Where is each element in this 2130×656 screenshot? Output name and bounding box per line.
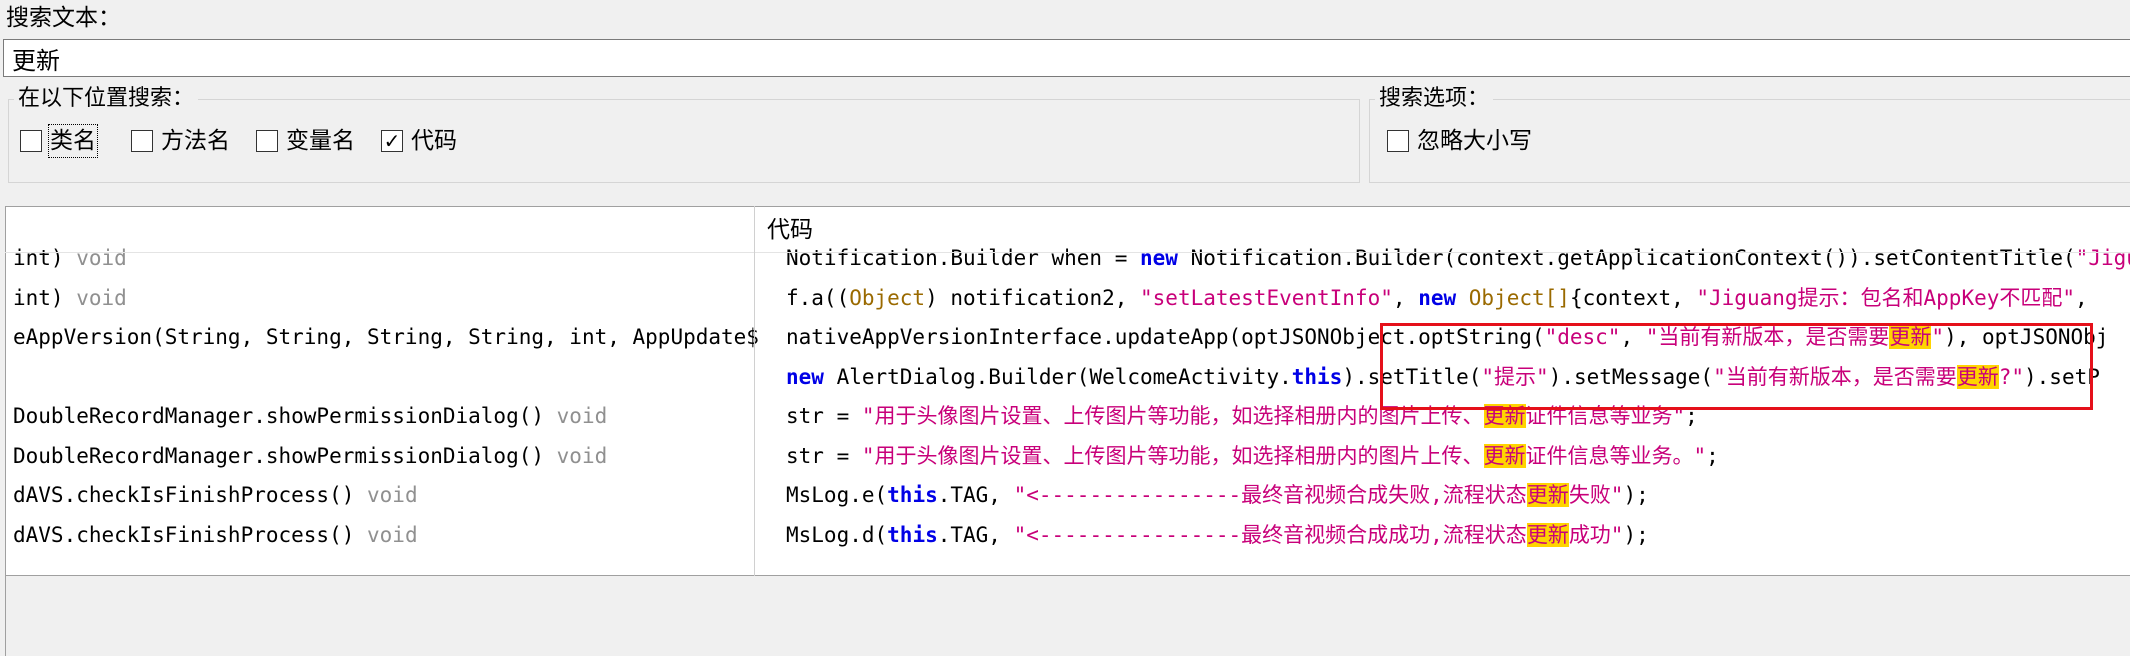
results-empty-area [5,576,2130,656]
code-string: 证件信息等业务。" [1525,444,1707,468]
checkbox-variable-name-label: 变量名 [286,128,355,154]
checkbox-ignore-case-label: 忽略大小写 [1417,128,1532,154]
code-text: {context, [1569,286,1697,310]
code-text: Notification.Builder when = [786,246,1141,270]
search-text-label: 搜索文本： [6,5,121,31]
column-divider[interactable] [754,206,755,576]
checkbox-class-name[interactable]: 类名 [20,124,98,158]
result-row-node[interactable]: eAppVersion(String, String, String, Stri… [13,317,758,357]
column-header-code[interactable]: 代码 [767,215,813,245]
code-keyword: new [786,365,824,389]
result-row-code[interactable]: f.a((Object) notification2, "setLatestEv… [786,278,2130,318]
result-row-node[interactable]: DoubleRecordManager.showPermissionDialog… [13,436,758,476]
code-text: Object[] [1468,286,1570,310]
annotation-highlight-box [1380,323,2093,410]
code-string: 成功" [1568,523,1624,547]
node-text: DoubleRecordManager.showPermissionDialog… [13,404,557,428]
node-text: int) [13,246,77,270]
match-highlight: 更新 [1526,483,1569,507]
code-text: , [2075,286,2101,310]
node-text: dAVS.checkIsFinishProcess() [13,483,368,507]
code-text: ; [1706,444,1719,468]
code-text: context.getApplicationContext [1456,246,1823,270]
checkbox-method-name-box[interactable] [131,130,153,152]
result-row-node[interactable]: dAVS.checkIsFinishProcess() void [13,475,758,515]
return-type: void [76,286,127,310]
node-text: int) [13,286,77,310]
node-text: eAppVersion(String, String, String, Stri… [13,325,758,349]
code-text: Notification.Builder [1177,246,1444,270]
search-location-title: 在以下位置搜索： [14,85,199,113]
checkbox-ignore-case[interactable]: 忽略大小写 [1387,126,1532,156]
node-text: DoubleRecordManager.showPermissionDialog… [13,444,557,468]
checkbox-method-name[interactable]: 方法名 [131,126,230,156]
code-text: , [1392,286,1419,310]
checkbox-code-label: 代码 [411,128,457,154]
code-text: () [1822,246,1849,270]
result-row-code[interactable]: str = "用于头像图片设置、上传图片等功能，如选择相册内的图片上传、更新证件… [786,436,2130,476]
code-string: "Jiguang提示：包名和AppKey不匹配" [1696,286,2076,310]
code-text: Object [849,286,926,310]
code-text: MsLog.d( [786,523,888,547]
checkbox-variable-name-box[interactable] [256,130,278,152]
code-text: .TAG, [937,523,1014,547]
return-type: void [556,444,608,468]
code-text: str = [786,404,862,428]
return-type: void [556,404,608,428]
code-text: MsLog.e( [786,483,888,507]
search-options-title: 搜索选项： [1375,85,1494,113]
checkbox-class-name-label: 类名 [48,124,98,158]
result-row-node[interactable] [13,357,758,397]
code-string: "<----------------最终音视频合成成功,流程状态 [1013,523,1527,547]
result-row-code[interactable]: MsLog.e(this.TAG, "<----------------最终音视… [786,475,2130,515]
checkbox-code[interactable]: ✓ 代码 [381,126,457,156]
checkbox-method-name-label: 方法名 [161,128,230,154]
result-row-node[interactable]: int) void [13,278,758,318]
code-text: ); [1623,523,1649,547]
code-text: f.a(( [786,286,850,310]
code-text: AlertDialog.Builder(WelcomeActivity. [823,365,1292,389]
return-type: void [367,523,418,547]
result-row-node[interactable]: dAVS.checkIsFinishProcess() void [13,515,758,555]
result-row-node[interactable]: int) void [13,238,758,278]
result-row-code[interactable]: MsLog.d(this.TAG, "<----------------最终音视… [786,515,2130,555]
code-keyword: new [1140,246,1178,270]
code-string: "Jiguang" [2075,246,2130,270]
code-text: .setContentTitle( [1860,246,2076,270]
return-type: void [367,483,418,507]
node-text: dAVS.checkIsFinishProcess() [13,523,368,547]
code-text: ( [1443,246,1457,270]
code-text: ); [1623,483,1649,507]
checkbox-class-name-box[interactable] [20,130,42,152]
match-highlight: 更新 [1483,444,1526,468]
code-text: str = [786,444,862,468]
code-string: "<----------------最终音视频合成失败,流程状态 [1013,483,1527,507]
code-text: .TAG, [937,483,1014,507]
code-keyword: this [1291,365,1343,389]
result-row-code[interactable]: Notification.Builder when = new Notifica… [786,238,2130,278]
code-string: "用于头像图片设置、上传图片等功能，如选择相册内的图片上传、 [861,444,1484,468]
results-header-separator [5,252,2130,253]
code-text: ) notification2, [925,286,1141,310]
code-string: 失败" [1568,483,1624,507]
checkbox-ignore-case-box[interactable] [1387,130,1409,152]
checkbox-variable-name[interactable]: 变量名 [256,126,355,156]
code-keyword: this [887,523,938,547]
checkbox-code-box[interactable]: ✓ [381,130,403,152]
return-type: void [76,246,127,270]
code-string: "setLatestEventInfo" [1140,286,1393,310]
code-keyword: this [887,483,938,507]
checkmark-icon: ✓ [383,129,401,153]
code-keyword: new [1418,286,1457,310]
search-input[interactable] [3,39,2130,77]
code-text: ) [1848,246,1861,270]
match-highlight: 更新 [1526,523,1569,547]
result-row-node[interactable]: DoubleRecordManager.showPermissionDialog… [13,396,758,436]
